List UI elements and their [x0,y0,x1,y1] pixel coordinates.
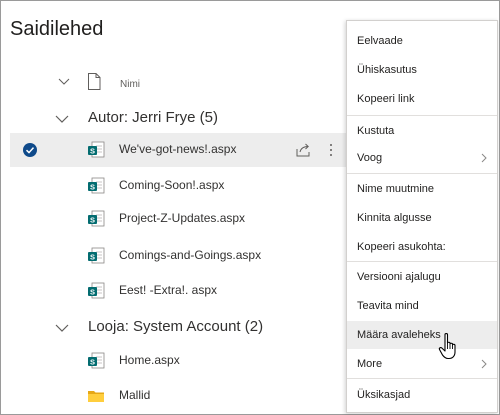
menu-item-version-history[interactable]: Versiooni ajalugu [347,263,497,291]
menu-item-label: Kopeeri link [357,93,415,105]
menu-item-label: Määra avaleheks [357,329,441,341]
file-row[interactable]: S We've-got-news!.aspx [10,133,346,167]
chevron-right-icon [481,153,487,163]
menu-item-copy-link[interactable]: Kopeeri link [347,85,497,113]
sharepoint-page-icon: S [88,352,105,369]
file-name[interactable]: Project-Z-Updates.aspx [119,211,245,225]
file-row[interactable]: S Eest! -Extra!. aspx [10,274,346,308]
chevron-down-icon[interactable] [55,114,69,124]
menu-item-label: Teavita mind [357,300,419,312]
file-name[interactable]: Coming-Soon!.aspx [119,178,224,192]
group-label: Looja: System Account (2) [88,318,264,335]
menu-item-pin-to-top[interactable]: Kinnita algusse [347,204,497,232]
menu-item-share[interactable]: Ühiskasutus [347,56,497,84]
sharepoint-page-icon: S [88,141,105,158]
app-window: Saidilehed Nimi Autor: Jerri Frye (5) S … [0,0,500,415]
menu-item-preview[interactable]: Eelvaade [347,27,497,55]
more-options-icon[interactable] [328,142,334,158]
file-row[interactable]: S Coming-Soon!.aspx [10,169,346,203]
menu-item-delete[interactable]: Kustuta [347,117,497,145]
checkmark-selected-icon[interactable] [23,143,37,157]
sharepoint-page-icon: S [88,210,105,227]
svg-text:S: S [90,252,95,261]
menu-item-label: Üksikasjad [357,389,411,401]
folder-name[interactable]: Mallid [119,388,150,402]
group-header-created-by[interactable]: Looja: System Account (2) [1,317,346,343]
file-name[interactable]: Home.aspx [119,353,180,367]
share-icon[interactable] [295,142,311,158]
menu-separator [347,115,497,116]
chevron-right-icon [481,359,487,369]
svg-text:S: S [90,182,95,191]
menu-separator [347,173,497,174]
sharepoint-page-icon: S [88,177,105,194]
svg-text:S: S [90,287,95,296]
name-column-header[interactable]: Nimi [120,79,140,90]
menu-separator [347,261,497,262]
svg-text:S: S [90,357,95,366]
group-header-author[interactable]: Autor: Jerri Frye (5) [1,108,346,134]
menu-item-label: Ühiskasutus [357,64,417,76]
file-row[interactable]: S Home.aspx [10,344,346,378]
file-name[interactable]: We've-got-news!.aspx [119,142,236,156]
file-type-header-icon[interactable] [87,73,101,90]
menu-item-label: Versiooni ajalugu [357,271,441,283]
chevron-down-icon[interactable] [55,323,69,333]
page-title: Saidilehed [10,18,104,40]
svg-text:S: S [90,146,95,155]
sharepoint-page-icon: S [88,247,105,264]
context-menu: Eelvaade Ühiskasutus Kopeeri link Kustut… [346,20,498,413]
menu-item-more[interactable]: More [347,350,497,378]
menu-item-details[interactable]: Üksikasjad [347,381,497,409]
menu-item-make-homepage[interactable]: Määra avaleheks [347,321,497,349]
folder-row[interactable]: Mallid [10,379,346,413]
menu-item-label: Kopeeri asukohta: [357,241,446,253]
menu-item-rename[interactable]: Nime muutmine [347,175,497,203]
file-row[interactable]: S Comings-and-Goings.aspx [10,239,346,273]
menu-item-label: Kinnita algusse [357,212,432,224]
menu-item-label: Nime muutmine [357,183,435,195]
collapse-all-chevron-icon[interactable] [58,76,70,88]
group-label: Autor: Jerri Frye (5) [88,109,219,126]
menu-item-alert-me[interactable]: Teavita mind [347,292,497,320]
menu-item-label: Eelvaade [357,35,403,47]
menu-item-copy-to[interactable]: Kopeeri asukohta: [347,233,497,261]
menu-item-label: Voog [357,152,383,164]
folder-icon [88,391,104,402]
menu-item-label: More [357,358,383,370]
file-name[interactable]: Eest! -Extra!. aspx [119,283,217,297]
menu-item-label: Kustuta [357,125,395,137]
hand-pointer-cursor-icon [438,332,456,360]
menu-item-flow[interactable]: Voog [347,144,497,172]
file-row[interactable]: S Project-Z-Updates.aspx [10,202,346,236]
menu-separator [347,378,497,379]
svg-text:S: S [90,215,95,224]
file-name[interactable]: Comings-and-Goings.aspx [119,248,261,262]
sharepoint-page-icon: S [88,282,105,299]
